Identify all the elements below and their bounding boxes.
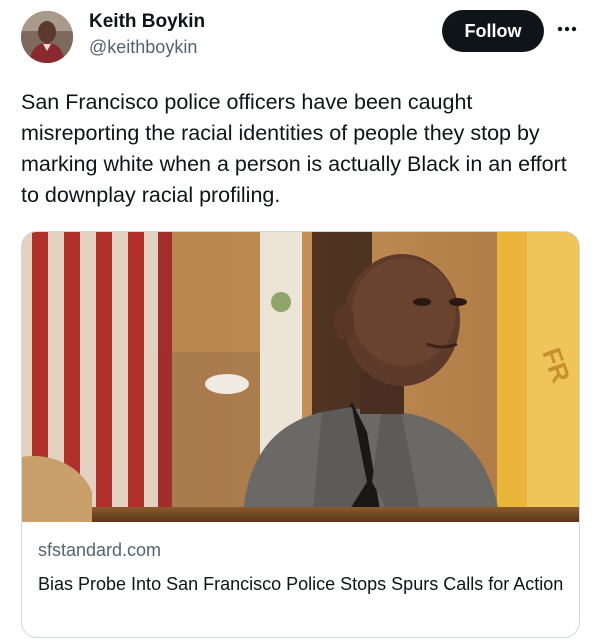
avatar[interactable] bbox=[21, 11, 73, 63]
follow-button[interactable]: Follow bbox=[442, 10, 544, 52]
tweet: Keith Boykin @keithboykin Follow San Fra… bbox=[0, 0, 600, 644]
link-card-title[interactable]: Bias Probe Into San Francisco Police Sto… bbox=[38, 571, 568, 597]
link-card-domain: sfstandard.com bbox=[38, 540, 162, 560]
link-card[interactable]: FR sfstandard.com Bias Probe Into San Fr… bbox=[21, 231, 580, 638]
user-handle[interactable]: @keithboykin bbox=[89, 37, 197, 58]
tweet-text: San Francisco police officers have been … bbox=[21, 90, 567, 207]
more-options-button[interactable] bbox=[556, 18, 578, 40]
display-name[interactable]: Keith Boykin bbox=[89, 11, 205, 33]
more-horizontal-icon bbox=[557, 26, 577, 32]
link-card-image: FR bbox=[22, 232, 579, 522]
